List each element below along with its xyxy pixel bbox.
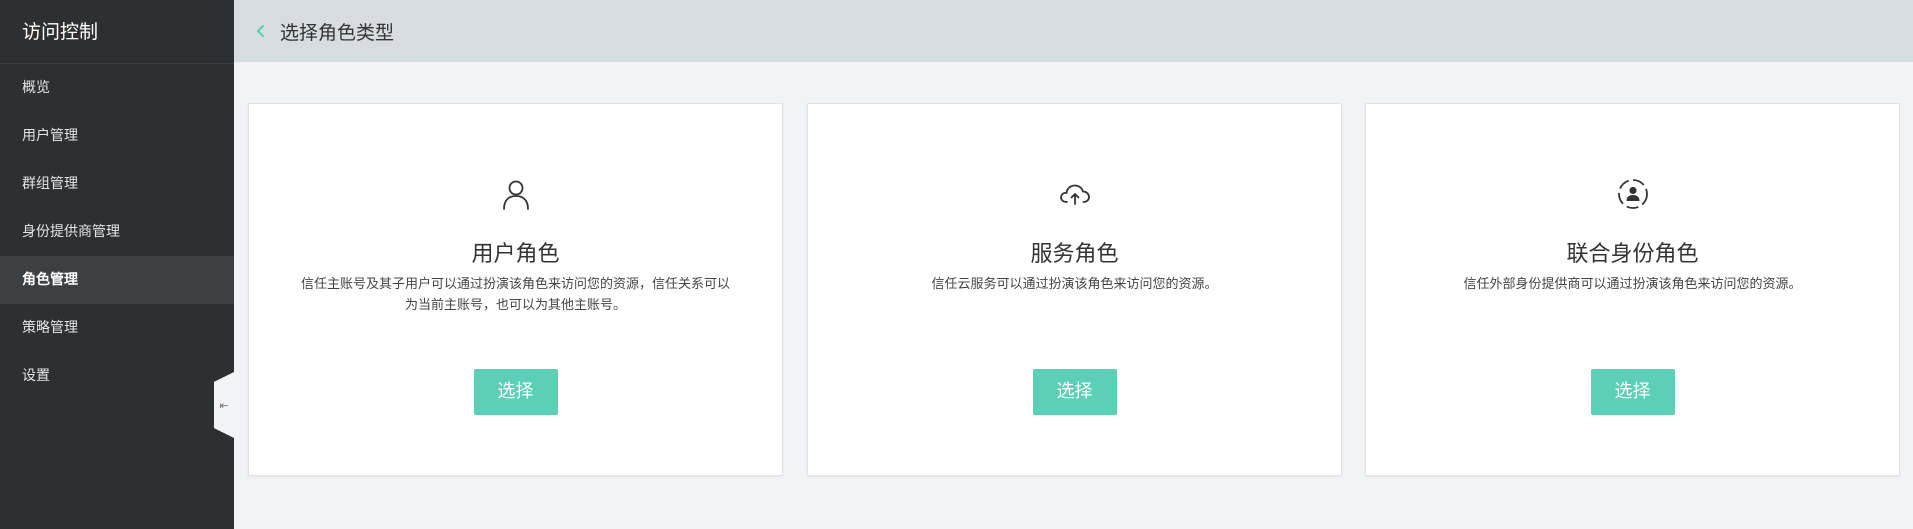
cloud-upload-icon (1057, 176, 1093, 212)
user-icon (498, 176, 534, 212)
federated-identity-icon (1615, 176, 1651, 212)
card-title: 联合身份角色 (1566, 242, 1699, 267)
collapse-icon: ⇤ (219, 398, 229, 412)
service-role-card: 服务角色 信任云服务可以通过扮演该角色来访问您的资源。 选择 (807, 103, 1342, 476)
select-service-role-button[interactable]: 选择 (1032, 369, 1117, 415)
sidebar-collapse-handle[interactable]: ⇤ (214, 372, 234, 438)
card-description: 信任外部身份提供商可以通过扮演该角色来访问您的资源。 (1463, 277, 1802, 292)
card-title: 用户角色 (471, 242, 560, 267)
sidebar: 访问控制 概览 用户管理 群组管理 身份提供商管理 角色管理 策略管理 设置 (0, 0, 234, 529)
sidebar-title: 访问控制 (0, 0, 234, 64)
sidebar-item-policies[interactable]: 策略管理 (0, 304, 234, 352)
page-title: 选择角色类型 (280, 21, 395, 44)
card-description: 信任主账号及其子用户可以通过扮演该角色来访问您的资源，信任关系可以为当前主账号，… (300, 277, 730, 313)
sidebar-menu: 概览 用户管理 群组管理 身份提供商管理 角色管理 策略管理 设置 (0, 64, 234, 400)
card-description: 信任云服务可以通过扮演该角色来访问您的资源。 (931, 277, 1218, 292)
sidebar-item-users[interactable]: 用户管理 (0, 112, 234, 160)
select-federated-role-button[interactable]: 选择 (1590, 369, 1675, 415)
card-title: 服务角色 (1030, 242, 1119, 267)
federated-identity-role-card: 联合身份角色 信任外部身份提供商可以通过扮演该角色来访问您的资源。 选择 (1365, 103, 1900, 476)
role-type-cards: 用户角色 信任主账号及其子用户可以通过扮演该角色来访问您的资源，信任关系可以为当… (248, 103, 1900, 476)
sidebar-item-identity-providers[interactable]: 身份提供商管理 (0, 208, 234, 256)
sidebar-item-settings[interactable]: 设置 (0, 352, 234, 400)
select-user-role-button[interactable]: 选择 (473, 369, 558, 415)
sidebar-item-groups[interactable]: 群组管理 (0, 160, 234, 208)
page-header: 选择角色类型 (234, 0, 1913, 62)
user-role-card: 用户角色 信任主账号及其子用户可以通过扮演该角色来访问您的资源，信任关系可以为当… (248, 103, 783, 476)
chevron-left-icon[interactable] (250, 20, 272, 42)
sidebar-item-overview[interactable]: 概览 (0, 64, 234, 112)
sidebar-item-roles[interactable]: 角色管理 (0, 256, 234, 304)
